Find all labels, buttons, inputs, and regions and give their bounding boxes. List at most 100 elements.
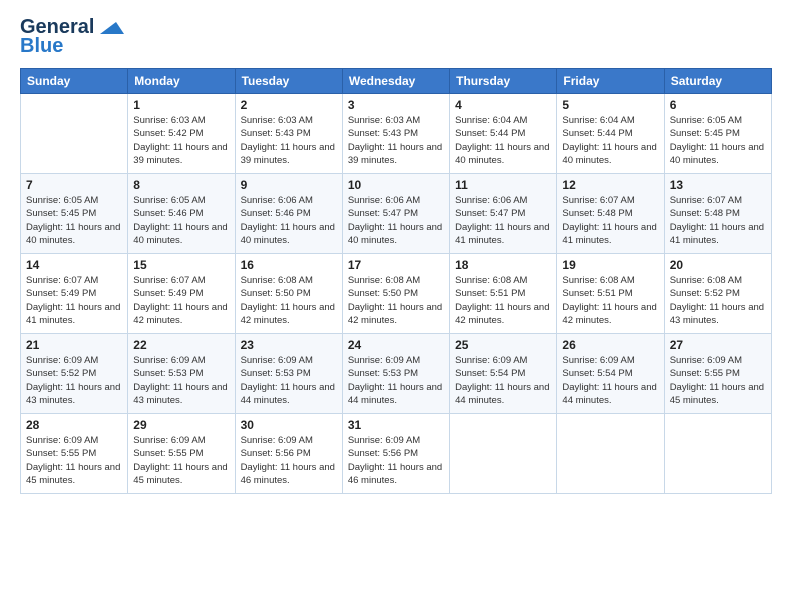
weekday-header-row: SundayMondayTuesdayWednesdayThursdayFrid… bbox=[21, 69, 772, 94]
daylight-text: Daylight: 11 hours and 39 minutes. bbox=[241, 142, 335, 166]
daylight-text: Daylight: 11 hours and 45 minutes. bbox=[133, 462, 227, 486]
daylight-text: Daylight: 11 hours and 44 minutes. bbox=[348, 382, 442, 406]
day-number: 8 bbox=[133, 178, 229, 192]
sunrise-text: Sunrise: 6:08 AM bbox=[455, 275, 527, 286]
day-info: Sunrise: 6:05 AM Sunset: 5:46 PM Dayligh… bbox=[133, 194, 229, 247]
day-info: Sunrise: 6:09 AM Sunset: 5:56 PM Dayligh… bbox=[348, 434, 444, 487]
daylight-text: Daylight: 11 hours and 41 minutes. bbox=[26, 302, 120, 326]
sunrise-text: Sunrise: 6:06 AM bbox=[455, 195, 527, 206]
sunset-text: Sunset: 5:53 PM bbox=[348, 368, 418, 379]
day-number: 23 bbox=[241, 338, 337, 352]
day-number: 12 bbox=[562, 178, 658, 192]
sunrise-text: Sunrise: 6:08 AM bbox=[562, 275, 634, 286]
header: General Blue bbox=[20, 16, 772, 58]
sunrise-text: Sunrise: 6:09 AM bbox=[562, 355, 634, 366]
sunset-text: Sunset: 5:53 PM bbox=[241, 368, 311, 379]
sunset-text: Sunset: 5:42 PM bbox=[133, 128, 203, 139]
sunrise-text: Sunrise: 6:07 AM bbox=[133, 275, 205, 286]
sunset-text: Sunset: 5:51 PM bbox=[562, 288, 632, 299]
day-info: Sunrise: 6:09 AM Sunset: 5:55 PM Dayligh… bbox=[133, 434, 229, 487]
calendar-cell: 6 Sunrise: 6:05 AM Sunset: 5:45 PM Dayli… bbox=[664, 94, 771, 174]
day-number: 14 bbox=[26, 258, 122, 272]
day-number: 24 bbox=[348, 338, 444, 352]
daylight-text: Daylight: 11 hours and 40 minutes. bbox=[26, 222, 120, 246]
calendar-cell: 30 Sunrise: 6:09 AM Sunset: 5:56 PM Dayl… bbox=[235, 414, 342, 494]
weekday-header-tuesday: Tuesday bbox=[235, 69, 342, 94]
sunrise-text: Sunrise: 6:06 AM bbox=[241, 195, 313, 206]
day-info: Sunrise: 6:06 AM Sunset: 5:47 PM Dayligh… bbox=[455, 194, 551, 247]
daylight-text: Daylight: 11 hours and 44 minutes. bbox=[455, 382, 549, 406]
daylight-text: Daylight: 11 hours and 44 minutes. bbox=[241, 382, 335, 406]
day-info: Sunrise: 6:09 AM Sunset: 5:54 PM Dayligh… bbox=[562, 354, 658, 407]
sunset-text: Sunset: 5:54 PM bbox=[455, 368, 525, 379]
day-number: 9 bbox=[241, 178, 337, 192]
calendar-cell: 2 Sunrise: 6:03 AM Sunset: 5:43 PM Dayli… bbox=[235, 94, 342, 174]
sunset-text: Sunset: 5:52 PM bbox=[26, 368, 96, 379]
sunset-text: Sunset: 5:44 PM bbox=[562, 128, 632, 139]
calendar-cell: 25 Sunrise: 6:09 AM Sunset: 5:54 PM Dayl… bbox=[450, 334, 557, 414]
daylight-text: Daylight: 11 hours and 42 minutes. bbox=[241, 302, 335, 326]
calendar-cell bbox=[664, 414, 771, 494]
weekday-header-sunday: Sunday bbox=[21, 69, 128, 94]
sunrise-text: Sunrise: 6:08 AM bbox=[241, 275, 313, 286]
day-number: 6 bbox=[670, 98, 766, 112]
calendar-week-row: 7 Sunrise: 6:05 AM Sunset: 5:45 PM Dayli… bbox=[21, 174, 772, 254]
sunset-text: Sunset: 5:55 PM bbox=[133, 448, 203, 459]
sunset-text: Sunset: 5:56 PM bbox=[348, 448, 418, 459]
logo-blue: Blue bbox=[20, 35, 63, 58]
sunset-text: Sunset: 5:45 PM bbox=[26, 208, 96, 219]
sunrise-text: Sunrise: 6:07 AM bbox=[670, 195, 742, 206]
calendar-cell: 1 Sunrise: 6:03 AM Sunset: 5:42 PM Dayli… bbox=[128, 94, 235, 174]
sunrise-text: Sunrise: 6:05 AM bbox=[670, 115, 742, 126]
calendar-cell: 27 Sunrise: 6:09 AM Sunset: 5:55 PM Dayl… bbox=[664, 334, 771, 414]
daylight-text: Daylight: 11 hours and 41 minutes. bbox=[455, 222, 549, 246]
day-number: 25 bbox=[455, 338, 551, 352]
calendar-cell: 29 Sunrise: 6:09 AM Sunset: 5:55 PM Dayl… bbox=[128, 414, 235, 494]
daylight-text: Daylight: 11 hours and 42 minutes. bbox=[348, 302, 442, 326]
day-info: Sunrise: 6:08 AM Sunset: 5:51 PM Dayligh… bbox=[455, 274, 551, 327]
calendar-cell: 10 Sunrise: 6:06 AM Sunset: 5:47 PM Dayl… bbox=[342, 174, 449, 254]
day-info: Sunrise: 6:06 AM Sunset: 5:46 PM Dayligh… bbox=[241, 194, 337, 247]
day-info: Sunrise: 6:09 AM Sunset: 5:55 PM Dayligh… bbox=[670, 354, 766, 407]
sunrise-text: Sunrise: 6:09 AM bbox=[26, 355, 98, 366]
calendar-week-row: 28 Sunrise: 6:09 AM Sunset: 5:55 PM Dayl… bbox=[21, 414, 772, 494]
day-info: Sunrise: 6:03 AM Sunset: 5:42 PM Dayligh… bbox=[133, 114, 229, 167]
day-info: Sunrise: 6:07 AM Sunset: 5:49 PM Dayligh… bbox=[133, 274, 229, 327]
daylight-text: Daylight: 11 hours and 42 minutes. bbox=[133, 302, 227, 326]
weekday-header-saturday: Saturday bbox=[664, 69, 771, 94]
day-info: Sunrise: 6:08 AM Sunset: 5:50 PM Dayligh… bbox=[348, 274, 444, 327]
sunrise-text: Sunrise: 6:08 AM bbox=[670, 275, 742, 286]
sunset-text: Sunset: 5:43 PM bbox=[241, 128, 311, 139]
daylight-text: Daylight: 11 hours and 42 minutes. bbox=[562, 302, 656, 326]
day-number: 10 bbox=[348, 178, 444, 192]
day-number: 4 bbox=[455, 98, 551, 112]
sunset-text: Sunset: 5:55 PM bbox=[26, 448, 96, 459]
day-info: Sunrise: 6:05 AM Sunset: 5:45 PM Dayligh… bbox=[26, 194, 122, 247]
day-info: Sunrise: 6:03 AM Sunset: 5:43 PM Dayligh… bbox=[348, 114, 444, 167]
calendar-cell: 31 Sunrise: 6:09 AM Sunset: 5:56 PM Dayl… bbox=[342, 414, 449, 494]
sunrise-text: Sunrise: 6:09 AM bbox=[348, 355, 420, 366]
daylight-text: Daylight: 11 hours and 46 minutes. bbox=[348, 462, 442, 486]
day-info: Sunrise: 6:05 AM Sunset: 5:45 PM Dayligh… bbox=[670, 114, 766, 167]
calendar-cell: 13 Sunrise: 6:07 AM Sunset: 5:48 PM Dayl… bbox=[664, 174, 771, 254]
calendar-cell: 20 Sunrise: 6:08 AM Sunset: 5:52 PM Dayl… bbox=[664, 254, 771, 334]
daylight-text: Daylight: 11 hours and 40 minutes. bbox=[455, 142, 549, 166]
calendar-cell bbox=[557, 414, 664, 494]
daylight-text: Daylight: 11 hours and 40 minutes. bbox=[562, 142, 656, 166]
daylight-text: Daylight: 11 hours and 45 minutes. bbox=[26, 462, 120, 486]
weekday-header-monday: Monday bbox=[128, 69, 235, 94]
sunrise-text: Sunrise: 6:04 AM bbox=[455, 115, 527, 126]
day-info: Sunrise: 6:09 AM Sunset: 5:53 PM Dayligh… bbox=[133, 354, 229, 407]
calendar-cell bbox=[21, 94, 128, 174]
day-number: 28 bbox=[26, 418, 122, 432]
day-info: Sunrise: 6:03 AM Sunset: 5:43 PM Dayligh… bbox=[241, 114, 337, 167]
sunset-text: Sunset: 5:44 PM bbox=[455, 128, 525, 139]
calendar-cell: 23 Sunrise: 6:09 AM Sunset: 5:53 PM Dayl… bbox=[235, 334, 342, 414]
day-number: 19 bbox=[562, 258, 658, 272]
weekday-header-thursday: Thursday bbox=[450, 69, 557, 94]
sunset-text: Sunset: 5:51 PM bbox=[455, 288, 525, 299]
sunrise-text: Sunrise: 6:04 AM bbox=[562, 115, 634, 126]
sunset-text: Sunset: 5:49 PM bbox=[133, 288, 203, 299]
daylight-text: Daylight: 11 hours and 45 minutes. bbox=[670, 382, 764, 406]
sunset-text: Sunset: 5:49 PM bbox=[26, 288, 96, 299]
